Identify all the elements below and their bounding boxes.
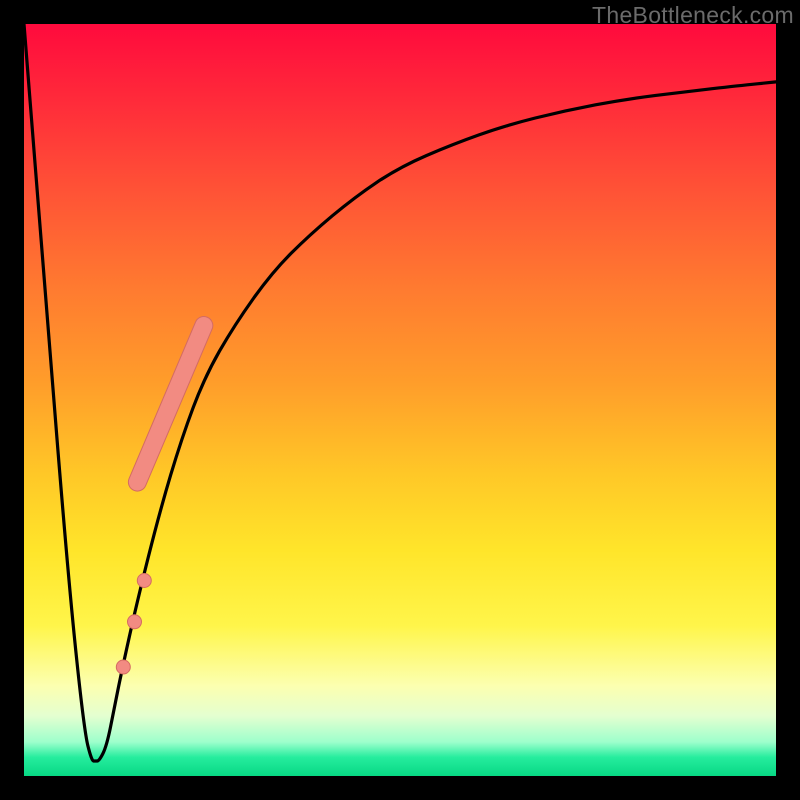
curve-svg [24,24,776,776]
data-dot [137,574,151,588]
data-dots [116,574,151,675]
plot-area [24,24,776,776]
data-dot [128,615,142,629]
data-dot [116,660,130,674]
highlight-bar [126,314,216,494]
chart-stage: TheBottleneck.com [0,0,800,800]
bottleneck-curve [24,24,776,761]
